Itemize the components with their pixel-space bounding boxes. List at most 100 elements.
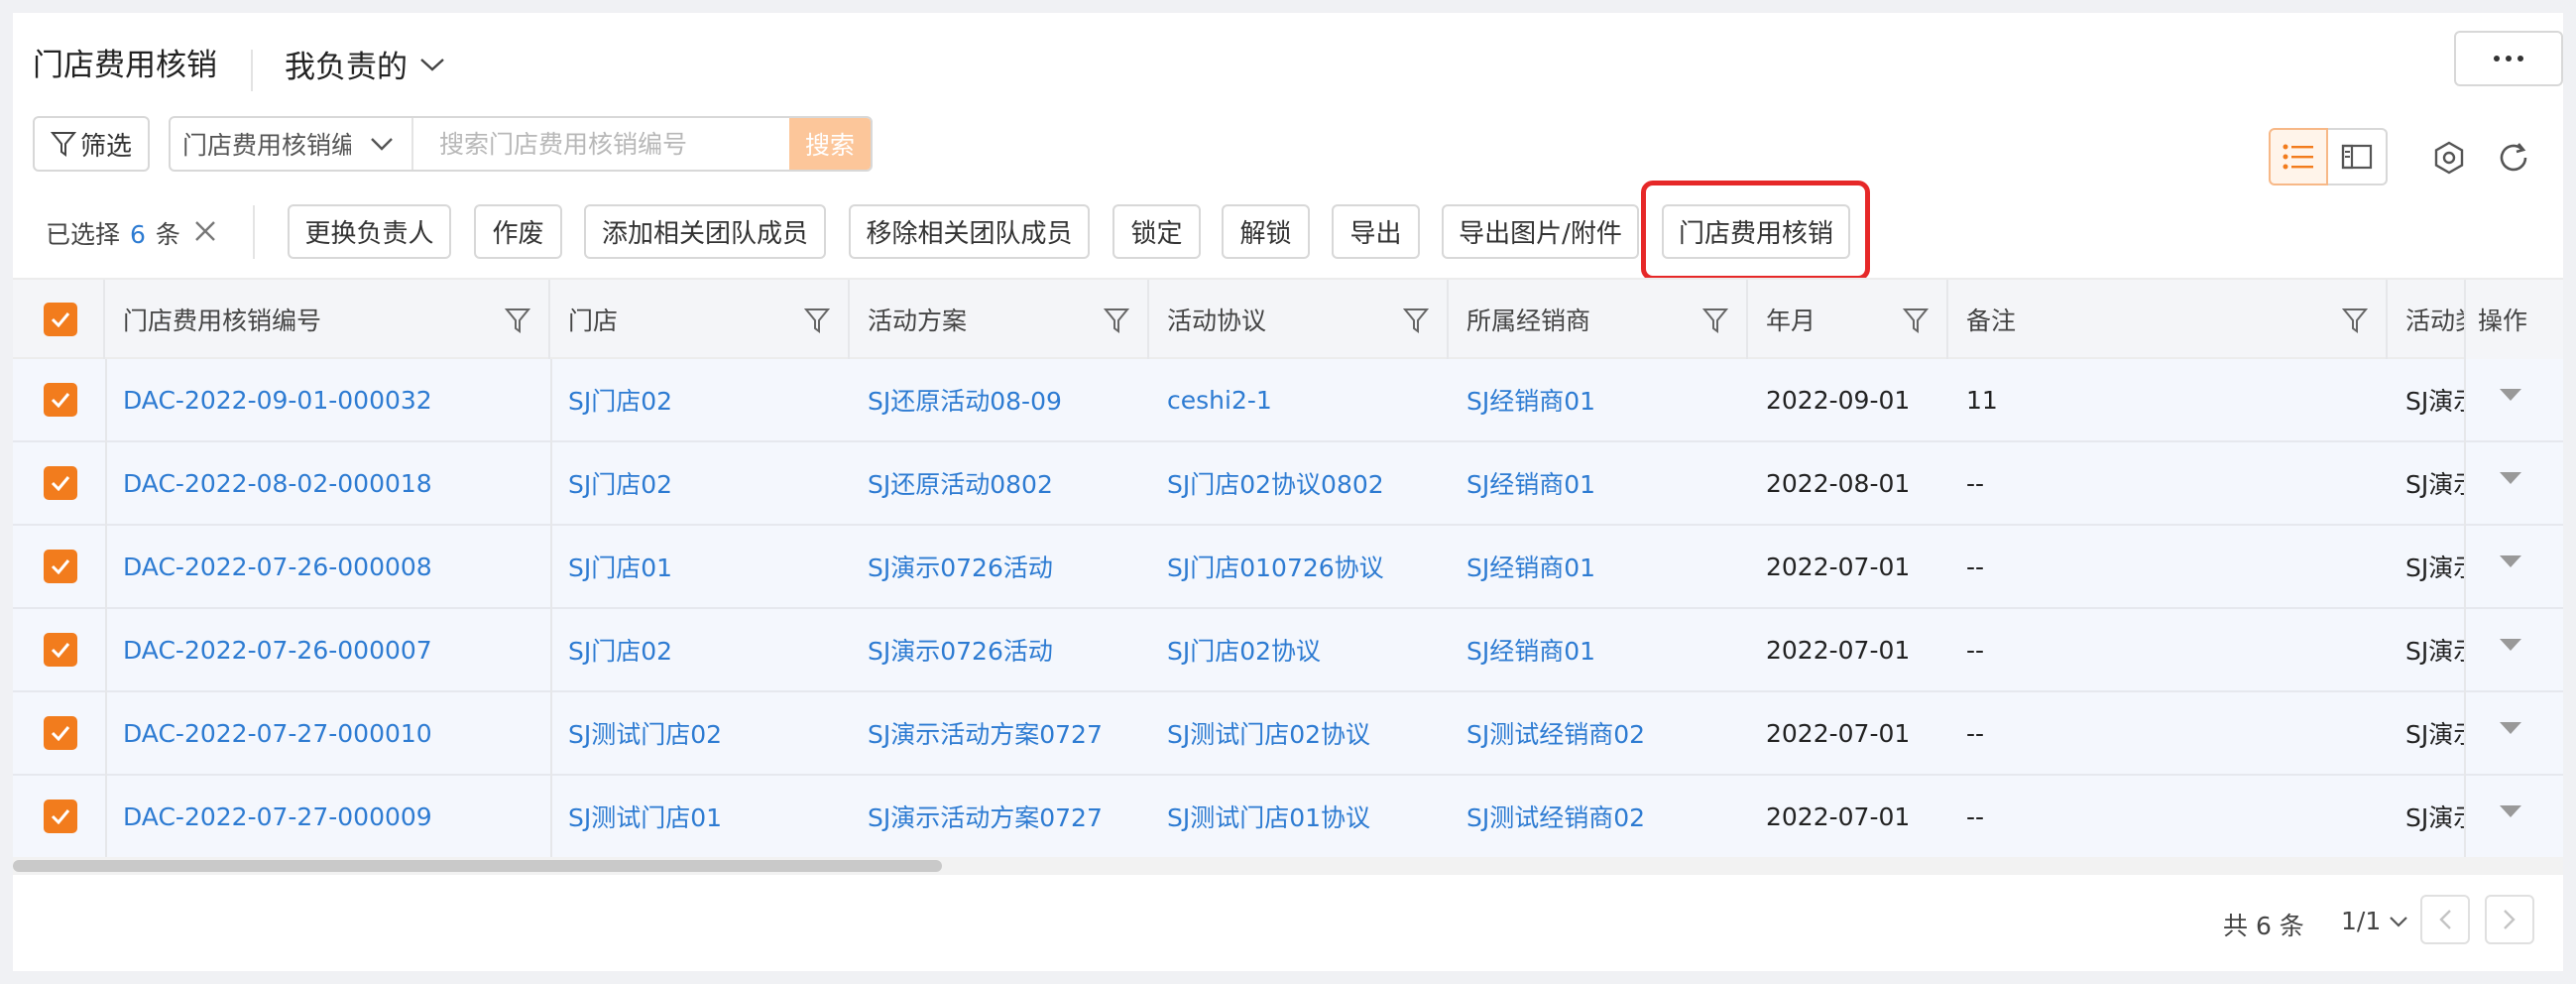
column-header-label: 门店费用核销编号: [123, 307, 322, 335]
cell-dealer[interactable]: SJ测试经销商02: [1449, 776, 1748, 857]
row-checkbox[interactable]: [44, 550, 77, 583]
select-all-checkbox[interactable]: [44, 303, 77, 336]
column-header-store[interactable]: 门店: [550, 280, 850, 359]
cell-code[interactable]: DAC-2022-09-01-000032: [105, 359, 550, 440]
row-action-dropdown[interactable]: [2500, 389, 2521, 401]
cell-dealer[interactable]: SJ经销商01: [1449, 526, 1748, 607]
cell-agreement[interactable]: SJ门店02协议: [1149, 609, 1449, 690]
remove-team-member-button[interactable]: 移除相关团队成员: [849, 204, 1090, 259]
column-filter-icon[interactable]: [804, 307, 830, 334]
column-header-month[interactable]: 年月: [1748, 280, 1948, 359]
cell-plan[interactable]: SJ演示活动方案0727: [850, 692, 1149, 774]
column-header-dealer[interactable]: 所属经销商: [1449, 280, 1748, 359]
cell-store[interactable]: SJ门店02: [550, 359, 850, 440]
column-header-agreement[interactable]: 活动协议: [1149, 280, 1449, 359]
more-button[interactable]: [2454, 31, 2563, 86]
column-header-plan[interactable]: 活动方案: [850, 280, 1149, 359]
settings-button[interactable]: [2431, 140, 2467, 176]
cell-code[interactable]: DAC-2022-07-26-000008: [105, 526, 550, 607]
cell-plan[interactable]: SJ演示0726活动: [850, 526, 1149, 607]
cell-plan[interactable]: SJ演示活动方案0727: [850, 776, 1149, 857]
cell-dealer[interactable]: SJ经销商01: [1449, 442, 1748, 524]
row-action-dropdown[interactable]: [2500, 805, 2521, 817]
table-row[interactable]: DAC-2022-07-26-000008 SJ门店01 SJ演示0726活动 …: [13, 526, 2563, 609]
table-row[interactable]: DAC-2022-08-02-000018 SJ门店02 SJ还原活动0802 …: [13, 442, 2563, 526]
cell-month: 2022-07-01: [1766, 801, 1911, 831]
check-icon: [51, 476, 70, 491]
page-indicator: 1/1: [2341, 907, 2382, 935]
column-filter-icon[interactable]: [505, 307, 530, 334]
cell-agreement[interactable]: ceshi2-1: [1149, 359, 1449, 440]
cell-dealer[interactable]: SJ测试经销商02: [1449, 692, 1748, 774]
export-button[interactable]: 导出: [1332, 204, 1420, 259]
row-checkbox[interactable]: [44, 383, 77, 417]
table-row[interactable]: DAC-2022-07-27-000009 SJ测试门店01 SJ演示活动方案0…: [13, 776, 2563, 858]
row-checkbox[interactable]: [44, 716, 77, 750]
column-filter-icon[interactable]: [1403, 307, 1429, 334]
prev-page-button[interactable]: [2420, 895, 2470, 944]
cell-type: SJ演示: [2405, 470, 2464, 499]
cell-store[interactable]: SJ测试门店02: [550, 692, 850, 774]
row-action-dropdown[interactable]: [2500, 639, 2521, 651]
search-input[interactable]: [413, 118, 789, 170]
cell-store[interactable]: SJ门店02: [550, 609, 850, 690]
cell-remark: --: [1966, 801, 1985, 831]
cell-agreement[interactable]: SJ测试门店02协议: [1149, 692, 1449, 774]
table-row[interactable]: DAC-2022-07-27-000010 SJ测试门店02 SJ演示活动方案0…: [13, 692, 2563, 776]
unlock-button[interactable]: 解锁: [1222, 204, 1310, 259]
cell-code[interactable]: DAC-2022-07-27-000010: [105, 692, 550, 774]
row-checkbox[interactable]: [44, 800, 77, 833]
chevron-down-icon: [2390, 916, 2408, 927]
cell-store[interactable]: SJ门店01: [550, 526, 850, 607]
filter-button[interactable]: 筛选: [33, 116, 150, 172]
change-owner-button[interactable]: 更换负责人: [288, 204, 451, 259]
cell-plan[interactable]: SJ演示0726活动: [850, 609, 1149, 690]
column-filter-icon[interactable]: [1903, 307, 1929, 334]
cell-code[interactable]: DAC-2022-08-02-000018: [105, 442, 550, 524]
view-selector[interactable]: 我负责的: [285, 42, 445, 86]
row-action-dropdown[interactable]: [2500, 555, 2521, 567]
row-action-dropdown[interactable]: [2500, 472, 2521, 484]
row-checkbox[interactable]: [44, 633, 77, 667]
cell-dealer[interactable]: SJ经销商01: [1449, 359, 1748, 440]
cell-agreement[interactable]: SJ测试门店01协议: [1149, 776, 1449, 857]
cell-dealer[interactable]: SJ经销商01: [1449, 609, 1748, 690]
column-filter-icon[interactable]: [1104, 307, 1129, 334]
lock-button[interactable]: 锁定: [1112, 204, 1201, 259]
cell-code[interactable]: DAC-2022-07-27-000009: [105, 776, 550, 857]
search-field-select[interactable]: 门店费用核销编: [171, 118, 413, 170]
cell-store[interactable]: SJ测试门店01: [550, 776, 850, 857]
split-view-button[interactable]: [2328, 128, 2388, 185]
export-images-button[interactable]: 导出图片/附件: [1442, 204, 1639, 259]
search-button[interactable]: 搜索: [789, 118, 871, 170]
table-row[interactable]: DAC-2022-09-01-000032 SJ门店02 SJ还原活动08-09…: [13, 359, 2563, 442]
column-filter-icon[interactable]: [1702, 307, 1728, 334]
cell-code[interactable]: DAC-2022-07-26-000007: [105, 609, 550, 690]
cell-month: 2022-08-01: [1766, 468, 1911, 498]
cell-agreement[interactable]: SJ门店02协议0802: [1149, 442, 1449, 524]
page-select[interactable]: 1/1: [2341, 907, 2408, 935]
scrollbar-thumb[interactable]: [13, 860, 942, 872]
column-header-label: 门店: [568, 307, 619, 335]
cell-agreement[interactable]: SJ门店010726协议: [1149, 526, 1449, 607]
row-action-dropdown[interactable]: [2500, 722, 2521, 734]
cell-type: SJ演示: [2405, 387, 2464, 416]
cell-store[interactable]: SJ门店02: [550, 442, 850, 524]
table-row[interactable]: DAC-2022-07-26-000007 SJ门店02 SJ演示0726活动 …: [13, 609, 2563, 692]
add-team-member-button[interactable]: 添加相关团队成员: [584, 204, 826, 259]
refresh-button[interactable]: [2496, 140, 2531, 176]
cell-plan[interactable]: SJ还原活动08-09: [850, 359, 1149, 440]
list-view-button[interactable]: [2269, 128, 2328, 185]
column-header-remark[interactable]: 备注: [1948, 280, 2388, 359]
column-header-label: 活动方案: [868, 307, 968, 335]
void-button[interactable]: 作废: [474, 204, 562, 259]
column-divider: [550, 359, 552, 857]
clear-selection-button[interactable]: [190, 216, 220, 246]
next-page-button[interactable]: [2485, 895, 2534, 944]
horizontal-scrollbar[interactable]: [13, 857, 2563, 875]
cell-plan[interactable]: SJ还原活动0802: [850, 442, 1149, 524]
column-header-code[interactable]: 门店费用核销编号: [105, 280, 550, 359]
column-header-label: 所属经销商: [1466, 307, 1591, 335]
column-filter-icon[interactable]: [2342, 307, 2368, 334]
row-checkbox[interactable]: [44, 466, 77, 500]
